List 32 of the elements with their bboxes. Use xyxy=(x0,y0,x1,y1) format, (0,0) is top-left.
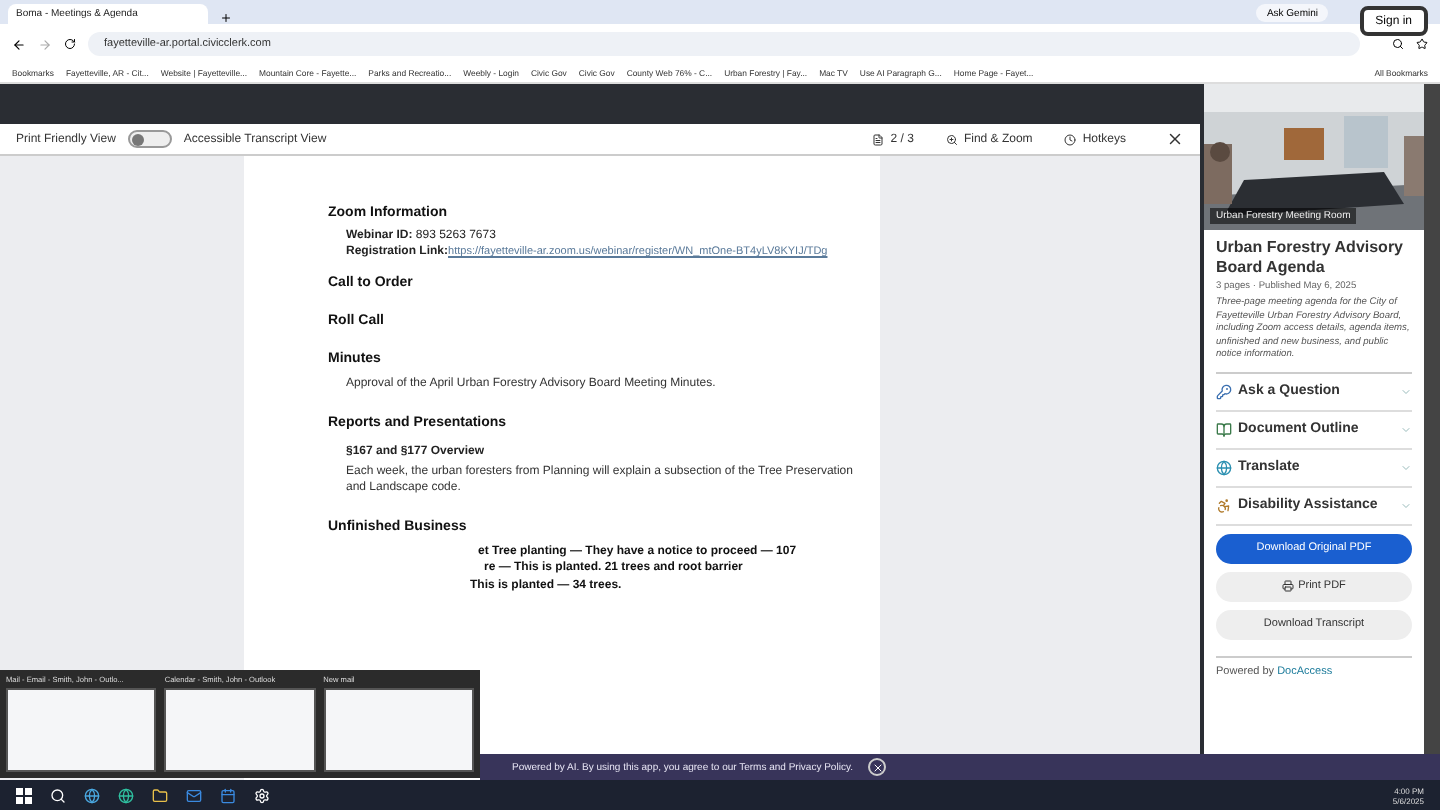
search-icon[interactable] xyxy=(1392,38,1404,50)
page-icon xyxy=(872,133,885,145)
accessibility-icon xyxy=(1216,497,1232,514)
star-icon[interactable] xyxy=(1416,38,1428,50)
window-preview[interactable] xyxy=(6,688,157,772)
chevron-down-icon xyxy=(1400,461,1412,474)
start-icon[interactable] xyxy=(16,787,32,803)
globe-icon[interactable] xyxy=(118,787,134,803)
zoom-icon xyxy=(945,133,958,145)
close-button[interactable] xyxy=(868,758,887,776)
clock-icon xyxy=(1064,133,1077,145)
reload-icon[interactable] xyxy=(64,38,76,50)
book-icon xyxy=(1216,421,1232,438)
folder-icon[interactable] xyxy=(152,787,168,803)
window-preview[interactable] xyxy=(164,688,316,772)
printer-icon xyxy=(1282,580,1295,593)
back-icon[interactable] xyxy=(12,37,26,51)
settings-icon[interactable] xyxy=(254,787,270,803)
globe-icon[interactable] xyxy=(84,787,100,803)
window-preview[interactable] xyxy=(323,688,474,772)
close-icon[interactable] xyxy=(1166,130,1184,148)
calendar-icon[interactable] xyxy=(220,787,236,803)
globe-icon xyxy=(1216,459,1232,476)
document-title: Urban Forestry Advisory Board Agenda xyxy=(1216,238,1406,277)
chevron-down-icon xyxy=(1400,499,1412,512)
toggle-switch[interactable] xyxy=(127,130,172,148)
mail-icon[interactable] xyxy=(186,787,202,803)
new-tab-icon[interactable] xyxy=(220,12,232,24)
key-icon xyxy=(1216,383,1232,400)
chevron-down-icon xyxy=(1400,385,1412,398)
chevron-down-icon xyxy=(1400,423,1412,436)
close-icon xyxy=(871,761,884,773)
